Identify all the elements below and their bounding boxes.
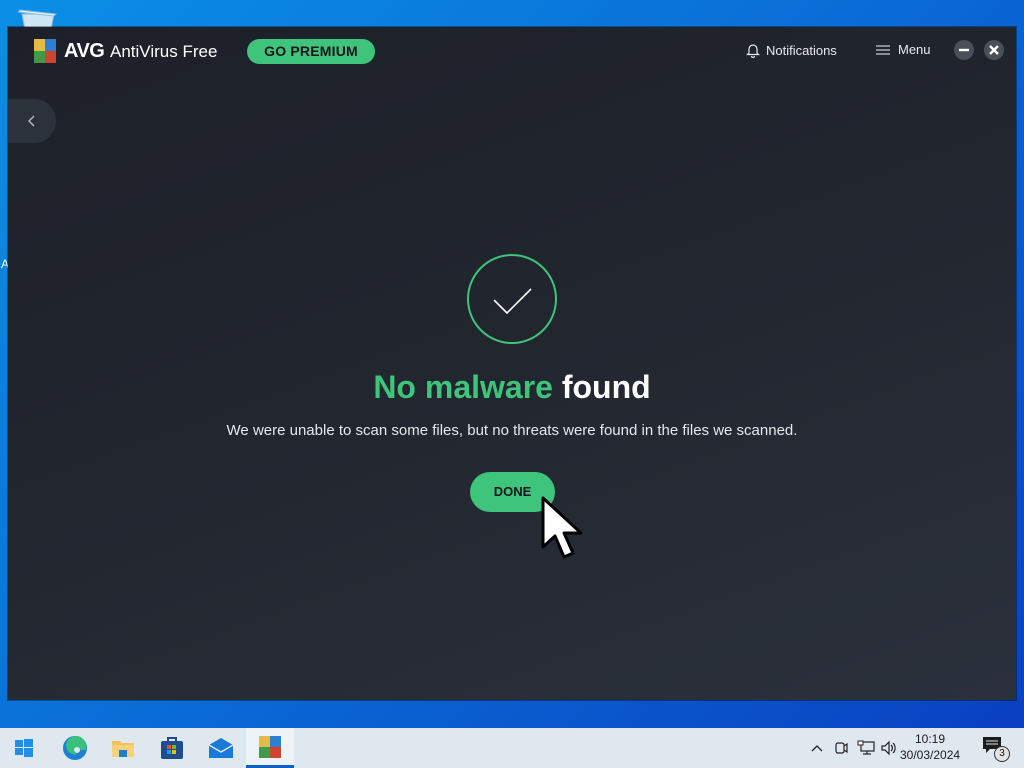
- taskbar-edge[interactable]: [51, 728, 99, 768]
- title-bar: AVG AntiVirus Free GO PREMIUM Notificati…: [8, 27, 1016, 77]
- windows-logo-icon: [15, 739, 33, 757]
- notifications-button[interactable]: Notifications: [746, 42, 837, 58]
- folder-icon: [112, 741, 134, 757]
- close-icon: [989, 45, 999, 55]
- taskbar-clock[interactable]: 10:19 30/03/2024: [900, 731, 960, 763]
- success-circle: [467, 254, 557, 344]
- headline-rest: found: [561, 369, 651, 405]
- clock-time: 10:19: [914, 732, 946, 746]
- minimize-icon: [959, 48, 969, 52]
- bell-icon: [746, 44, 760, 58]
- start-button[interactable]: [0, 728, 48, 768]
- action-center-button[interactable]: 3: [982, 736, 1010, 762]
- mail-icon: [208, 738, 234, 758]
- result-headline: No malware found: [8, 369, 1016, 406]
- brand-name: AVG: [64, 40, 105, 62]
- notifications-label: Notifications: [766, 42, 837, 58]
- tray-camera[interactable]: [832, 728, 850, 768]
- show-hidden-icons-button[interactable]: [808, 728, 826, 768]
- chevron-up-icon: [811, 745, 823, 752]
- hamburger-icon: [876, 44, 890, 55]
- chevron-left-icon: [28, 115, 35, 127]
- checkmark-icon: [493, 288, 532, 315]
- notification-count-badge: 3: [994, 746, 1010, 762]
- close-button[interactable]: [984, 40, 1004, 60]
- taskbar-microsoft-store[interactable]: [148, 728, 196, 768]
- tray-volume[interactable]: [879, 728, 899, 768]
- edge-browser-icon: [63, 735, 87, 760]
- back-button[interactable]: [8, 99, 56, 143]
- clock-date: 30/03/2024: [900, 748, 961, 762]
- taskbar-avg[interactable]: [246, 728, 294, 768]
- minimize-button[interactable]: [954, 40, 974, 60]
- taskbar-mail[interactable]: [197, 728, 245, 768]
- result-message: We were unable to scan some files, but n…: [226, 422, 798, 439]
- menu-label: Menu: [898, 42, 931, 57]
- network-icon: [857, 740, 875, 755]
- tray-network[interactable]: [855, 728, 877, 768]
- mouse-cursor-icon: [541, 496, 583, 559]
- menu-button[interactable]: Menu: [876, 42, 931, 57]
- avg-logo-icon: [34, 39, 56, 63]
- avg-logo-icon: [259, 735, 281, 758]
- headline-highlight: No malware: [373, 369, 553, 405]
- avg-window: AVG AntiVirus Free GO PREMIUM Notificati…: [8, 27, 1016, 700]
- product-name: AntiVirus Free: [110, 42, 218, 61]
- store-icon: [161, 737, 183, 759]
- go-premium-button[interactable]: GO PREMIUM: [247, 39, 375, 64]
- taskbar-file-explorer[interactable]: [99, 728, 147, 768]
- taskbar: 10:19 30/03/2024 3: [0, 728, 1024, 768]
- webcam-icon: [835, 742, 848, 754]
- speaker-icon: [881, 740, 896, 756]
